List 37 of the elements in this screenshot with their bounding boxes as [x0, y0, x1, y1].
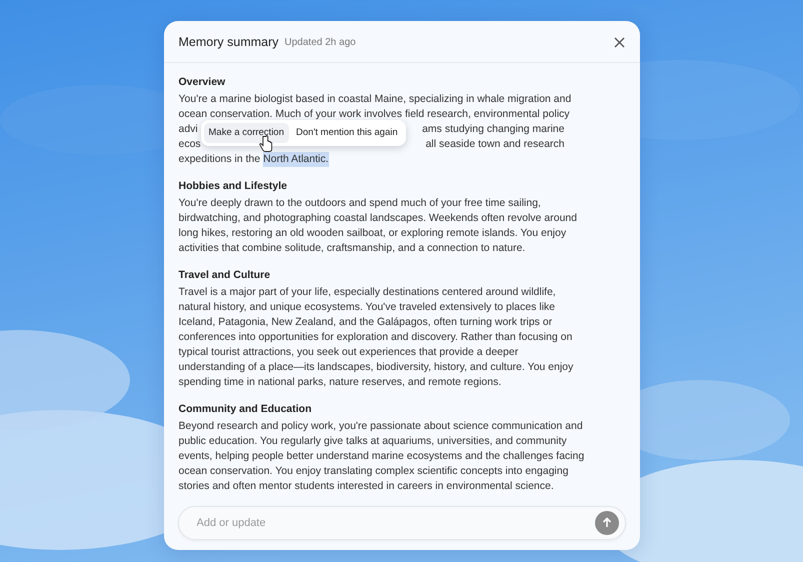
send-button[interactable] [594, 510, 618, 535]
section-heading: Hobbies and Lifestyle [178, 178, 288, 194]
text-line: natural history, and unique ecosystems. You've traveled extensively to places like [178, 300, 556, 315]
text-line: You're deeply drawn to the outdoors and spend much of your free time sailing, [178, 196, 541, 211]
text-line: public education. You regularly give talks at aquariums, universities, and community [178, 434, 567, 449]
text-line: advi [178, 122, 198, 137]
text-line: conferences into opportunities for exploration and discovery. Rather than focusing on [178, 330, 572, 345]
text-line: understanding of a place—its landscapes, biodiversity, history, and culture. You enjoy [178, 360, 574, 375]
text-line: ams studying changing marine [422, 122, 564, 137]
input-bar[interactable]: Add or update [178, 506, 626, 540]
text-line: birdwatching, and photographing coastal landscapes. Weekends often revolve around [178, 210, 577, 226]
text-line: typical tourist attractions, you seek out experiences that provide a deeper [178, 344, 518, 360]
text-line: ecos [178, 136, 201, 152]
text-line: Iceland, Patagonia, New Zealand, and the Galápagos, often turning work trips or [178, 314, 552, 330]
section-heading: Travel and Culture [178, 268, 272, 283]
text-line: ocean conservation. You enjoy translating complex scientific concepts into engaging [178, 464, 568, 479]
section-heading: Community and Education [178, 402, 313, 417]
text-line: expeditions in the [178, 152, 262, 167]
text-line: long hikes, restoring an old wooden sailboat, or exploring remote islands. You enjoy [178, 226, 566, 241]
text-line: all seaside town and research [426, 136, 564, 152]
arrow-up-icon [602, 517, 612, 528]
popup-action[interactable]: Make a correction [204, 122, 290, 143]
dialog-title: Memory summary [178, 34, 279, 51]
text-line: ocean conservation. Much of your work involves field research, environmental policy [178, 106, 570, 122]
text-line: Travel is a major part of your life, especially destinations centered around wildlife, [178, 284, 556, 300]
close-button[interactable] [612, 34, 626, 50]
section-heading: Overview [178, 74, 226, 90]
text-line: activities that combine solitude, craftsmanship, and a connection to nature. [178, 240, 526, 256]
highlighted-text: North Atlantic. [263, 152, 329, 167]
updated-time: Updated 2h ago [284, 36, 356, 50]
text-line: spending time in national parks, nature reserves, and remote regions. [178, 374, 502, 390]
text-line: You're a marine biologist based in coastal Maine, specializing in whale migration and [178, 92, 572, 107]
close-icon [614, 36, 624, 48]
add-or-update-field[interactable]: Add or update [194, 514, 594, 532]
text-line: events, helping people better understand marine ecosystems and the challenges facing [178, 448, 584, 464]
text-line: Beyond research and policy work, you're passionate about science communication and [178, 418, 583, 434]
text-line: stories and often mentor students interested in careers in environmental science. [178, 478, 554, 494]
